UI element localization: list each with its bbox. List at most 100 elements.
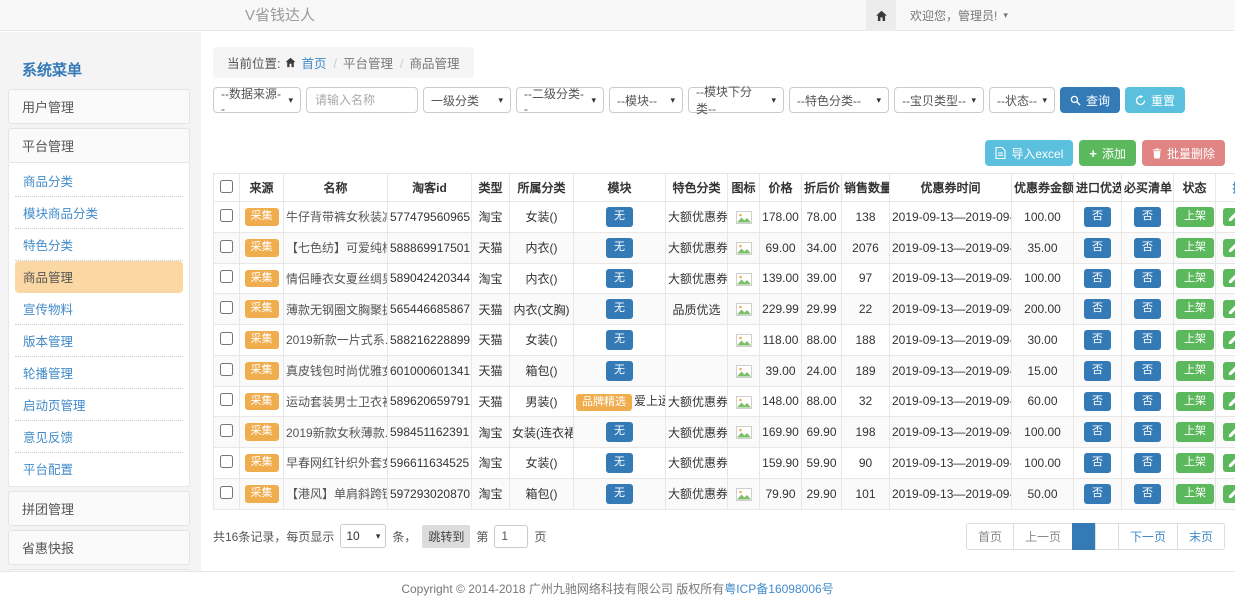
row-checkbox[interactable] [220,209,233,222]
edit-button[interactable] [1223,362,1235,380]
icp-link[interactable]: 粤ICP备16098006号 [724,580,833,597]
row-checkbox[interactable] [220,301,233,314]
reset-button[interactable]: 重置 [1125,87,1185,113]
row-checkbox[interactable] [220,486,233,499]
add-button[interactable]: + 添加 [1079,140,1136,166]
must-buy-badge[interactable]: 否 [1134,422,1161,442]
must-buy-badge[interactable]: 否 [1134,238,1161,258]
edit-button[interactable] [1223,454,1235,472]
status-badge[interactable]: 上架 [1176,207,1214,227]
prev-page-button[interactable]: 上一页 [1013,523,1073,550]
must-buy-badge[interactable]: 否 [1134,361,1161,381]
row-checkbox[interactable] [220,393,233,406]
import-select-badge[interactable]: 否 [1084,238,1111,258]
filter-select[interactable]: --模块-- ▾ [609,87,683,113]
feature-category [666,355,728,386]
icon-cell [728,417,760,448]
edit-button[interactable] [1223,208,1235,226]
filter-select[interactable]: --特色分类-- ▾ [789,87,889,113]
import-excel-button[interactable]: 导入excel [985,140,1073,166]
row-checkbox[interactable] [220,363,233,376]
page-number-button[interactable] [1095,523,1119,550]
sidebar-subitem[interactable]: 宣传物料 [15,293,183,325]
sidebar-subitem[interactable]: 模块商品分类 [15,197,183,229]
row-checkbox[interactable] [220,240,233,253]
batch-delete-button[interactable]: 批量删除 [1142,140,1225,166]
import-select-badge[interactable]: 否 [1084,207,1111,227]
status-badge[interactable]: 上架 [1176,238,1214,258]
edit-button[interactable] [1223,239,1235,257]
jump-page-input[interactable] [494,525,528,548]
import-select-badge[interactable]: 否 [1084,299,1111,319]
must-buy-badge[interactable]: 否 [1134,392,1161,412]
must-buy-badge[interactable]: 否 [1134,330,1161,350]
sidebar-item[interactable]: 拼团管理 [8,491,190,526]
import-select-badge[interactable]: 否 [1084,361,1111,381]
edit-button[interactable] [1223,331,1235,349]
filter-select[interactable]: --模块下分类-- ▾ [688,87,784,113]
search-button[interactable]: 查询 [1060,87,1120,113]
import-select-badge[interactable]: 否 [1084,422,1111,442]
filter-select-value: --宝贝类型-- [902,92,966,109]
name-search-input[interactable] [306,87,418,113]
status-badge[interactable]: 上架 [1176,330,1214,350]
status-badge[interactable]: 上架 [1176,299,1214,319]
edit-button[interactable] [1223,485,1235,503]
status-badge[interactable]: 上架 [1176,484,1214,504]
col-header: 折后价 [802,174,842,202]
edit-button[interactable] [1223,269,1235,287]
must-buy-badge[interactable]: 否 [1134,453,1161,473]
import-select-badge[interactable]: 否 [1084,330,1111,350]
import-select-badge[interactable]: 否 [1084,392,1111,412]
edit-button[interactable] [1223,392,1235,410]
row-checkbox[interactable] [220,332,233,345]
pagination-summary: 共16条记录，每页显示 10 ▾ 条， 跳转到 第 页 [213,524,546,548]
status-badge[interactable]: 上架 [1176,269,1214,289]
jump-button[interactable]: 跳转到 [422,525,470,548]
sidebar-subitem[interactable]: 商品分类 [15,165,183,197]
sidebar-item-user-management[interactable]: 用户管理 [8,89,190,124]
sidebar-subitem[interactable]: 轮播管理 [15,357,183,389]
sidebar-subitem[interactable]: 意见反馈 [15,421,183,453]
page-size-select[interactable]: 10 ▾ [340,524,386,548]
sidebar-subitem[interactable]: 平台配置 [15,453,183,484]
edit-button[interactable] [1223,300,1235,318]
row-checkbox[interactable] [220,270,233,283]
status-badge[interactable]: 上架 [1176,392,1214,412]
filter-select[interactable]: --宝贝类型-- ▾ [894,87,984,113]
sidebar-item-platform-management[interactable]: 平台管理 [8,128,190,163]
home-button[interactable] [866,0,896,31]
chevron-down-icon: ▾ [591,95,596,106]
sidebar-subitem[interactable]: 特色分类 [15,229,183,261]
must-buy-badge[interactable]: 否 [1134,484,1161,504]
filter-select[interactable]: --二级分类-- ▾ [516,87,604,113]
must-buy-badge[interactable]: 否 [1134,299,1161,319]
status-badge[interactable]: 上架 [1176,422,1214,442]
row-checkbox[interactable] [220,424,233,437]
select-all-checkbox[interactable] [220,180,233,193]
filter-select[interactable]: --数据来源-- ▾ [213,87,301,113]
coupon-time: 2019-09-13—2019-09-17 [890,417,1012,448]
status-badge[interactable]: 上架 [1176,453,1214,473]
sidebar-subitem[interactable]: 启动页管理 [15,389,183,421]
filter-select[interactable]: 一级分类 ▾ [423,87,511,113]
last-page-button[interactable]: 末页 [1177,523,1225,550]
must-buy-badge[interactable]: 否 [1134,207,1161,227]
sidebar-item[interactable]: 省惠快报 [8,530,190,565]
sidebar-subitem[interactable]: 版本管理 [15,325,183,357]
status-badge[interactable]: 上架 [1176,361,1214,381]
filter-select[interactable]: --状态-- ▾ [989,87,1055,113]
import-select-badge[interactable]: 否 [1084,484,1111,504]
import-select-badge[interactable]: 否 [1084,453,1111,473]
must-buy-badge[interactable]: 否 [1134,269,1161,289]
row-checkbox[interactable] [220,455,233,468]
sidebar-subitem[interactable]: 商品管理 [15,261,183,293]
next-page-button[interactable]: 下一页 [1118,523,1178,550]
import-select-badge[interactable]: 否 [1084,269,1111,289]
first-page-button[interactable]: 首页 [966,523,1014,550]
user-menu[interactable]: 欢迎您，管理员! ▾ [896,7,1020,24]
edit-button[interactable] [1223,423,1235,441]
page-number-button[interactable] [1072,523,1096,550]
price: 69.00 [760,232,802,263]
breadcrumb-home-link[interactable]: 首页 [301,53,326,72]
